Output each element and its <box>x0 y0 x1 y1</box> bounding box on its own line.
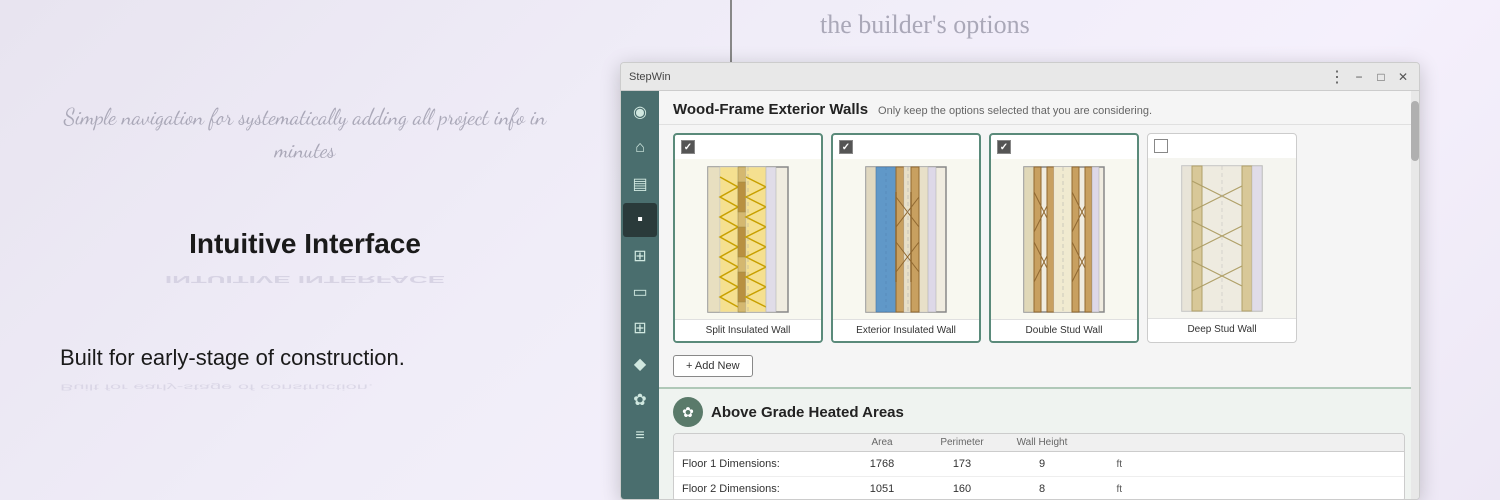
card-checkbox-double[interactable]: ✓ <box>997 140 1011 154</box>
wood-frame-title: Wood-Frame Exterior Walls <box>673 101 868 118</box>
sidebar: ◉ ⌂ ▤ ▪ ⊞ ▭ ⊞ ◆ ✿ ≡ <box>621 91 659 499</box>
sidebar-item-stairs[interactable]: ▤ <box>623 167 657 201</box>
floor2-wall-height: 8 <box>1002 483 1082 495</box>
above-grade-title: Above Grade Heated Areas <box>711 404 904 421</box>
card-label-deep: Deep Stud Wall <box>1148 318 1296 340</box>
app-body: ◉ ⌂ ▤ ▪ ⊞ ▭ ⊞ ◆ ✿ ≡ Wood-Frame Exterior … <box>621 91 1419 499</box>
sidebar-item-wall[interactable]: ▪ <box>623 203 657 237</box>
col-unit-header <box>1082 437 1122 448</box>
intuitive-interface-reflection: INTUITIVE INTERFACE <box>60 273 550 285</box>
floor1-perimeter: 173 <box>922 458 1002 470</box>
nav-description-text: Simple navigation for systematically add… <box>60 102 550 168</box>
card-label-double: Double Stud Wall <box>991 319 1137 341</box>
sidebar-item-list[interactable]: ≡ <box>623 419 657 453</box>
window-title: StepWin <box>629 71 671 83</box>
built-description-reflection: Built for early-stage of construction. <box>60 382 550 391</box>
floor1-wall-height: 9 <box>1002 458 1082 470</box>
window-maximize-button[interactable]: □ <box>1373 69 1389 85</box>
built-description-text: Built for early-stage of construction. <box>60 345 550 371</box>
floor-dimensions-table: Area Perimeter Wall Height Floor 1 Dimen… <box>673 433 1405 499</box>
card-image-double <box>991 159 1137 319</box>
above-grade-header: ✿ Above Grade Heated Areas <box>659 389 1419 433</box>
card-checkbox-split[interactable]: ✓ <box>681 140 695 154</box>
sidebar-item-door[interactable]: ▭ <box>623 275 657 309</box>
col-area-header: Area <box>842 437 922 448</box>
sidebar-item-window[interactable]: ⊞ <box>623 239 657 273</box>
floor1-area: 1768 <box>842 458 922 470</box>
wall-card-double-stud[interactable]: ✓ <box>989 133 1139 343</box>
wood-frame-subtitle: Only keep the options selected that you … <box>878 105 1152 117</box>
window-menu-icon[interactable]: ⋮ <box>1329 67 1345 87</box>
window-close-button[interactable]: ✕ <box>1395 69 1411 85</box>
wall-cards-container: ✓ <box>659 125 1419 351</box>
above-grade-icon: ✿ <box>673 397 703 427</box>
app-window: StepWin ⋮ − □ ✕ ◉ ⌂ ▤ ▪ ⊞ ▭ ⊞ ◆ ✿ ≡ Wood… <box>620 62 1420 500</box>
col-wall-height-header: Wall Height <box>1002 437 1082 448</box>
card-image-deep <box>1148 158 1296 318</box>
top-right-tagline: the builder's options <box>820 10 1030 40</box>
floor2-unit: ft <box>1082 484 1122 495</box>
sidebar-item-gear[interactable]: ✿ <box>623 383 657 417</box>
floor2-label: Floor 2 Dimensions: <box>682 483 842 495</box>
above-grade-section: ✿ Above Grade Heated Areas Area Perimete… <box>659 387 1419 499</box>
sidebar-item-grid[interactable]: ⊞ <box>623 311 657 345</box>
wall-card-exterior-insulated[interactable]: ✓ <box>831 133 981 343</box>
add-new-button[interactable]: + Add New <box>673 355 753 377</box>
scrollbar[interactable] <box>1411 91 1419 500</box>
card-label-split: Split Insulated Wall <box>675 319 821 341</box>
floor2-area: 1051 <box>842 483 922 495</box>
card-image-exterior <box>833 159 979 319</box>
check-icon: ✓ <box>1000 142 1008 153</box>
title-bar: StepWin ⋮ − □ ✕ <box>621 63 1419 91</box>
check-icon: ✓ <box>842 142 850 153</box>
wood-frame-section-header: Wood-Frame Exterior Walls Only keep the … <box>659 91 1419 125</box>
window-minimize-button[interactable]: − <box>1351 69 1367 85</box>
card-image-split <box>675 159 821 319</box>
intuitive-interface-title: Intuitive Interface <box>60 228 550 260</box>
col-perimeter-header: Perimeter <box>922 437 1002 448</box>
scrollbar-thumb[interactable] <box>1411 101 1419 161</box>
sidebar-item-home[interactable]: ⌂ <box>623 131 657 165</box>
check-icon: ✓ <box>684 142 692 153</box>
sidebar-item-drop[interactable]: ◆ <box>623 347 657 381</box>
card-checkbox-deep[interactable] <box>1154 139 1168 153</box>
card-checkbox-exterior[interactable]: ✓ <box>839 140 853 154</box>
sidebar-item-location[interactable]: ◉ <box>623 95 657 129</box>
col-label <box>682 437 842 448</box>
floor1-unit: ft <box>1082 459 1122 470</box>
floor1-label: Floor 1 Dimensions: <box>682 458 842 470</box>
left-panel: Simple navigation for systematically add… <box>0 0 610 500</box>
card-label-exterior: Exterior Insulated Wall <box>833 319 979 341</box>
floor2-perimeter: 160 <box>922 483 1002 495</box>
main-content: Wood-Frame Exterior Walls Only keep the … <box>659 91 1419 499</box>
wall-card-deep-stud[interactable]: Deep Stud Wall <box>1147 133 1297 343</box>
wall-card-split-insulated[interactable]: ✓ <box>673 133 823 343</box>
window-controls: ⋮ − □ ✕ <box>1329 67 1411 87</box>
